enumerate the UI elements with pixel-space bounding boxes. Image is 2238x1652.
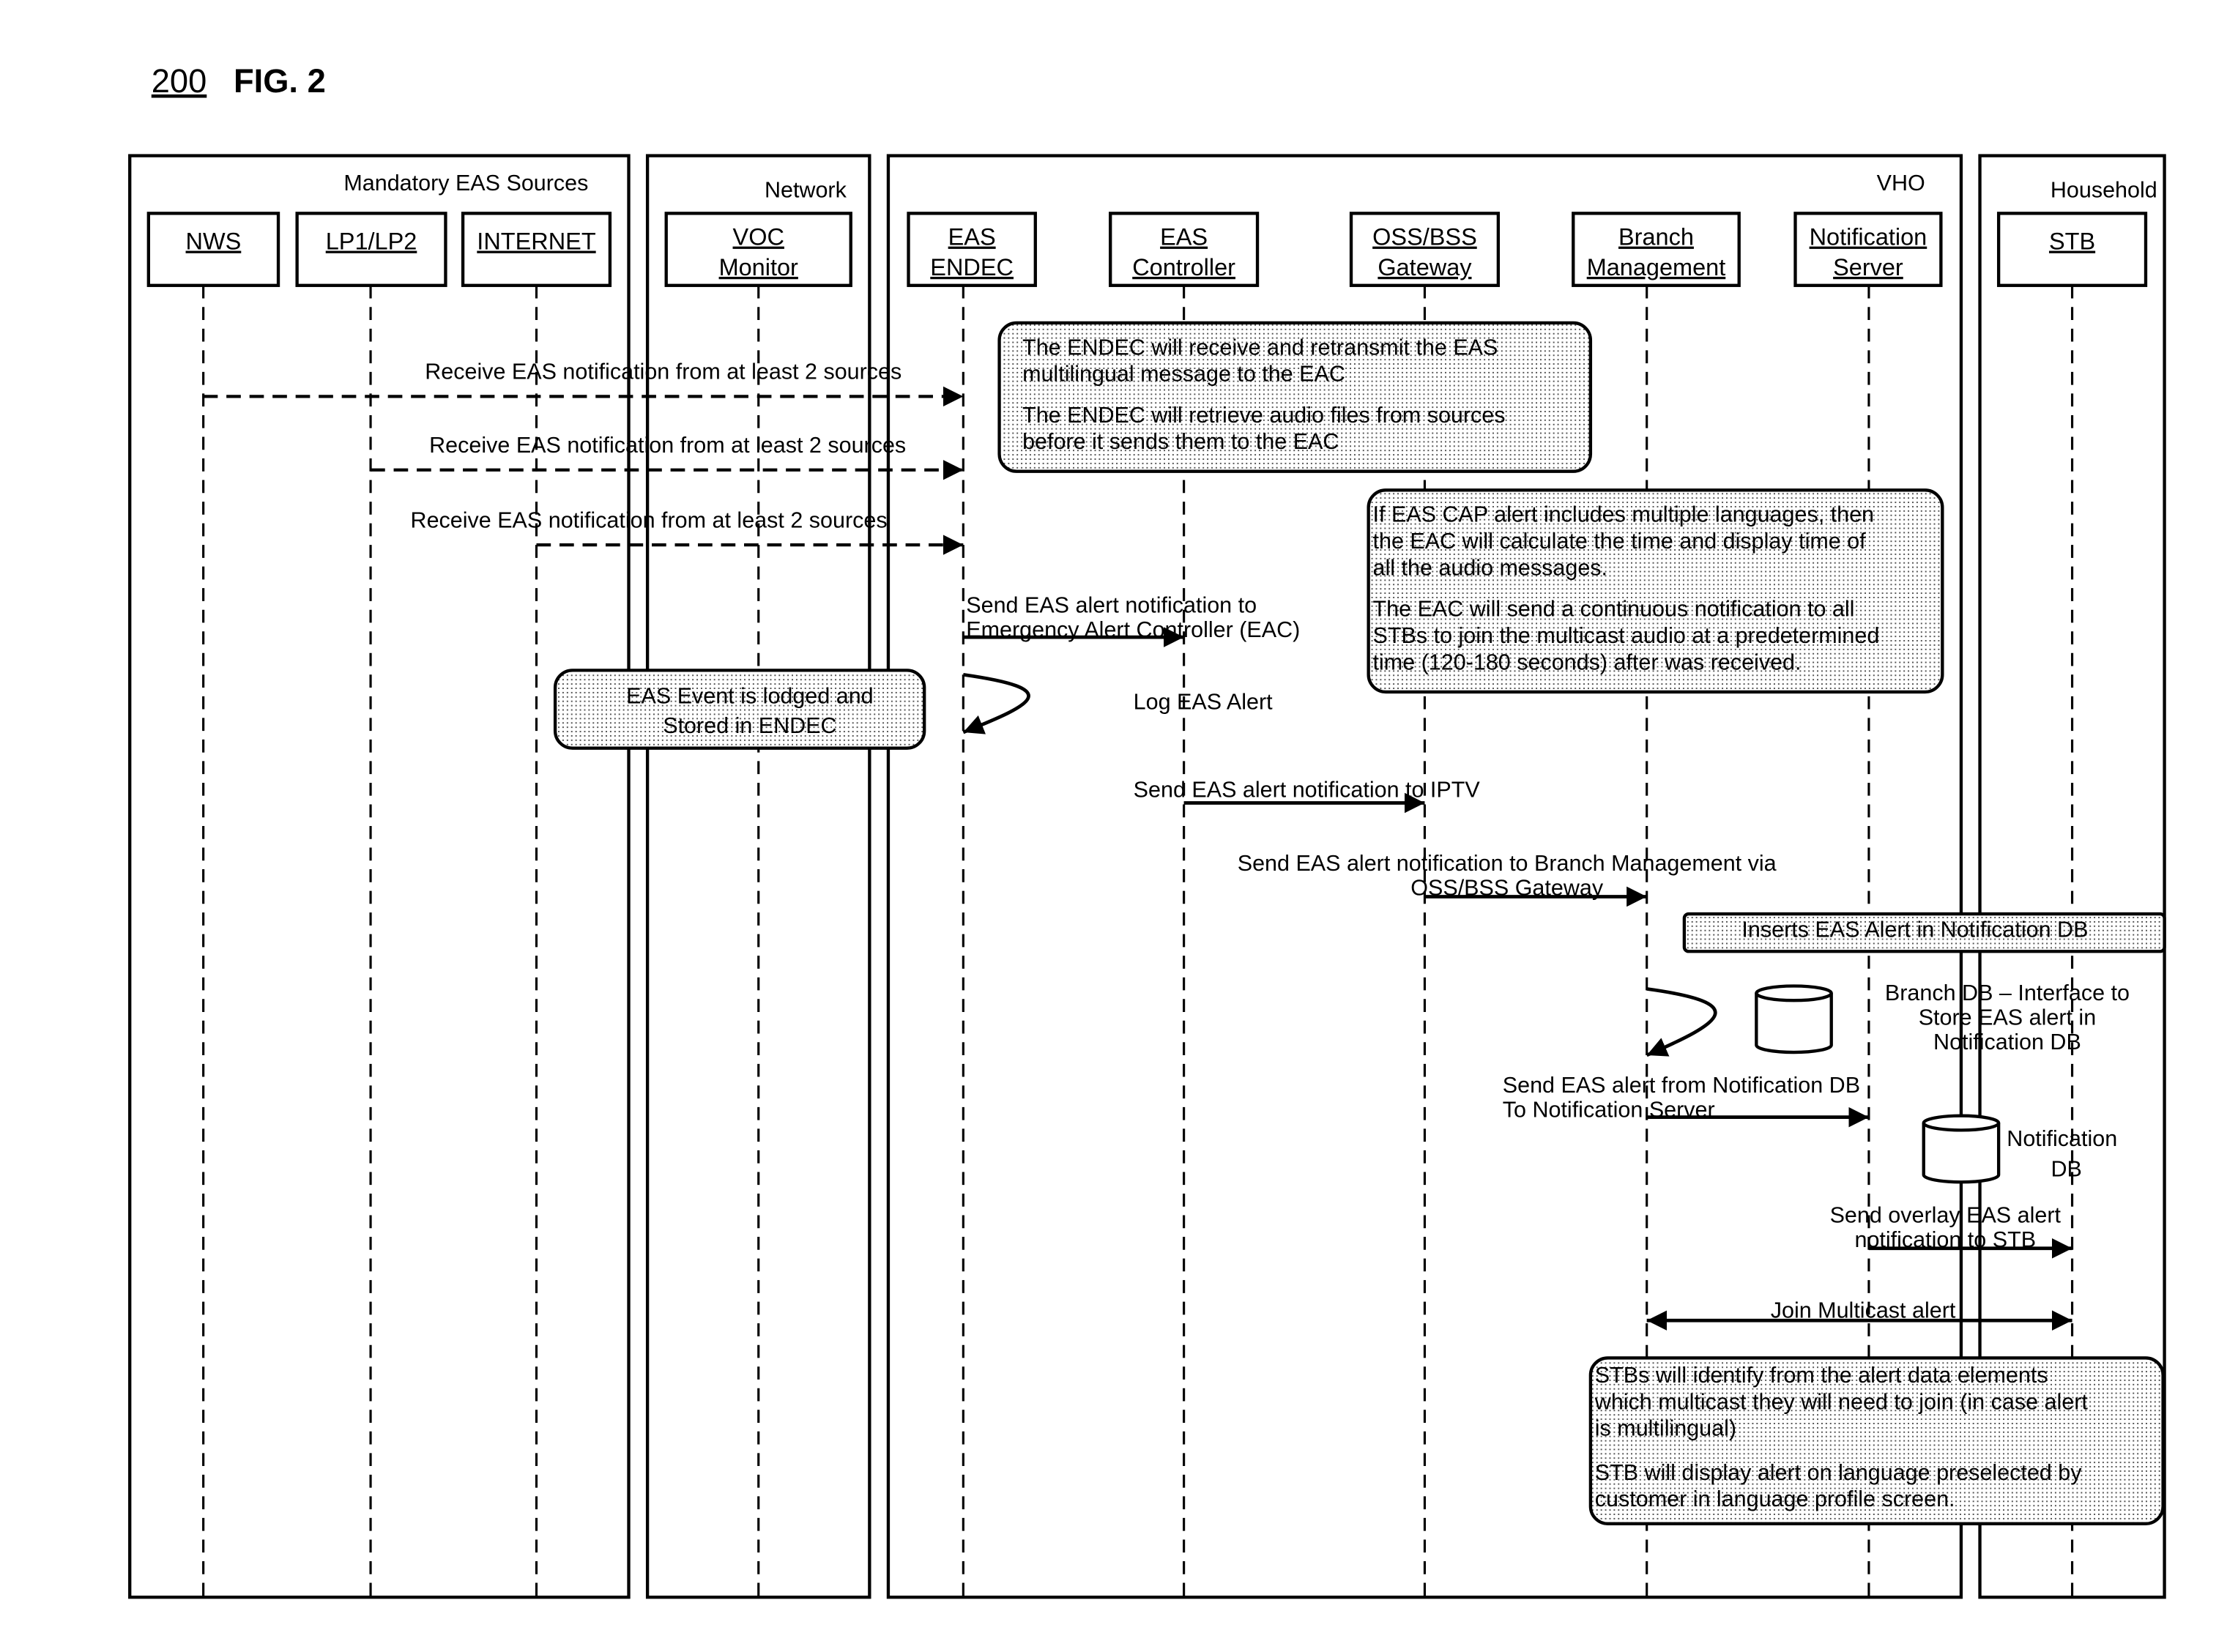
participant-stb[interactable]: STB [1996, 212, 2148, 287]
notification-db-icon: Notification DB [1922, 1114, 2117, 1184]
note-text: before it sends them to the EAC [1022, 429, 1339, 454]
note-text: time (120-180 seconds) after was receive… [1373, 650, 1802, 674]
message-label: Receive EAS notification from at least 2… [425, 360, 901, 384]
participant-label: Server [1833, 254, 1903, 280]
participant-label: Controller [1132, 254, 1235, 280]
insert-note: Inserts EAS Alert in Notification DB [1682, 912, 2166, 953]
note-text: EAS Event is lodged and [626, 684, 873, 709]
participant-label: OSS/BSS [1372, 224, 1477, 250]
note-text: all the audio messages. [1373, 555, 1607, 580]
participant-label: ENDEC [930, 254, 1014, 280]
participant-endec[interactable]: EAS ENDEC [907, 212, 1037, 287]
participant-label: VOC [733, 224, 784, 250]
message-label: Send EAS alert notification to Branch Ma… [1238, 851, 1777, 876]
note-text: The EAC will send a continuous notificat… [1373, 597, 1855, 622]
message-label: Emergency Alert Controller (EAC) [966, 617, 1300, 642]
participant-voc[interactable]: VOC Monitor [664, 212, 852, 287]
message-label: Store EAS alert in [1919, 1005, 2096, 1030]
note-text: is multilingual) [1595, 1416, 1736, 1441]
note-text: STBs to join the multicast audio at a pr… [1373, 623, 1880, 648]
stb-note: STBs will identify from the alert data e… [1588, 1356, 2165, 1525]
figure-ref-number: 200 [152, 62, 207, 100]
message-label: Notification DB [1933, 1030, 2081, 1054]
message-label: Send EAS alert notification to [966, 593, 1257, 618]
participant-internet[interactable]: INTERNET [461, 212, 612, 287]
voc-note: EAS Event is lodged and Stored in ENDEC [553, 669, 926, 750]
message-label: Join Multicast alert [1771, 1298, 1956, 1322]
participant-oss[interactable]: OSS/BSS Gateway [1349, 212, 1501, 287]
message-m11: Join Multicast alert [1646, 1298, 2072, 1331]
participant-notifserver[interactable]: Notification Server [1793, 212, 1943, 287]
participant-label: LP1/LP2 [326, 228, 417, 255]
participant-label: Branch [1618, 224, 1694, 250]
figure-label: FIG. 2 [234, 62, 326, 100]
participant-label: Gateway [1378, 254, 1472, 280]
note-text: STB will display alert on language prese… [1595, 1460, 2082, 1485]
message-label: Receive EAS notification from at least 2… [411, 508, 888, 533]
message-m9: Send EAS alert from Notification DBTo No… [1503, 1073, 1869, 1128]
message-m8: Branch DB – Interface toStore EAS alert … [1646, 981, 2130, 1057]
self-message-arrow [1646, 987, 1717, 1057]
participant-label: NWS [186, 228, 242, 255]
message-label: Send EAS alert notification to IPTV [1134, 778, 1481, 803]
message-label: To Notification Server [1503, 1098, 1715, 1123]
note-text: which multicast they will need to join (… [1594, 1389, 2089, 1414]
participant-label: Monitor [719, 254, 798, 280]
participant-controller[interactable]: EAS Controller [1109, 212, 1260, 287]
note-text: Inserts EAS Alert in Notification DB [1741, 918, 2088, 942]
participant-label: EAS [948, 224, 996, 250]
message-label: Receive EAS notification from at least 2… [429, 433, 906, 458]
notes: The ENDEC will receive and retransmit th… [553, 321, 2166, 1525]
note-text: Stored in ENDEC [663, 713, 836, 738]
participants: NWS LP1/LP2 INTERNET VOC Monitor EAS ENDEC EAS C… [146, 212, 2148, 287]
message-label: Send overlay EAS alert [1830, 1202, 2062, 1227]
message-label: OSS/BSS Gateway [1410, 875, 1604, 900]
database-label: DB [2051, 1156, 2081, 1181]
message-m6: Send EAS alert notification to IPTV [1134, 778, 1481, 814]
message-label: Log EAS Alert [1134, 690, 1273, 715]
group-label: Household [2051, 178, 2157, 203]
participant-label: INTERNET [477, 228, 596, 255]
message-m3: Receive EAS notification from at least 2… [411, 508, 964, 555]
note-text: multilingual message to the EAC [1022, 362, 1345, 387]
message-label: Send EAS alert from Notification DB [1503, 1073, 1860, 1098]
figure-title: 200 FIG. 2 [152, 62, 326, 100]
note-text: If EAS CAP alert includes multiple langu… [1373, 502, 1874, 527]
eac-note: If EAS CAP alert includes multiple langu… [1367, 488, 1944, 694]
note-text: customer in language profile screen. [1595, 1487, 1955, 1511]
message-m10: Send overlay EAS alertnotification to ST… [1830, 1202, 2072, 1259]
participant-label: Management [1587, 254, 1726, 280]
group-label: Network [765, 178, 847, 203]
participant-nws[interactable]: NWS [146, 212, 280, 287]
sequence-diagram: 200 FIG. 2 Mandatory EAS Sources Network V… [128, 62, 2166, 1599]
participant-branch[interactable]: Branch Management [1572, 212, 1741, 287]
note-text: The ENDEC will receive and retransmit th… [1022, 335, 1498, 360]
message-m7: Send EAS alert notification to Branch Ma… [1238, 851, 1777, 907]
message-label: Branch DB – Interface to [1885, 981, 2130, 1005]
self-message-arrow [962, 672, 1030, 734]
branch-db-icon [1755, 984, 1833, 1054]
participant-lp[interactable]: LP1/LP2 [295, 212, 447, 287]
endec-note: The ENDEC will receive and retransmit th… [997, 321, 1593, 473]
note-text: STBs will identify from the alert data e… [1595, 1363, 2048, 1388]
message-m4: Send EAS alert notification toEmergency … [963, 593, 1300, 647]
note-text: The ENDEC will retrieve audio files from… [1022, 403, 1505, 428]
group-label: VHO [1877, 171, 1925, 196]
database-label: Notification [2007, 1126, 2117, 1151]
note-text: the EAC will calculate the time and disp… [1373, 529, 1867, 554]
group-label: Mandatory EAS Sources [343, 171, 588, 196]
participant-label: EAS [1160, 224, 1208, 250]
participant-label: STB [2049, 228, 2095, 255]
participant-label: Notification [1810, 224, 1927, 250]
message-m2: Receive EAS notification from at least 2… [371, 433, 964, 480]
message-m1: Receive EAS notification from at least 2… [203, 360, 964, 407]
message-m5: Log EAS Alert [962, 672, 1273, 734]
message-label: notification to STB [1855, 1227, 2037, 1252]
